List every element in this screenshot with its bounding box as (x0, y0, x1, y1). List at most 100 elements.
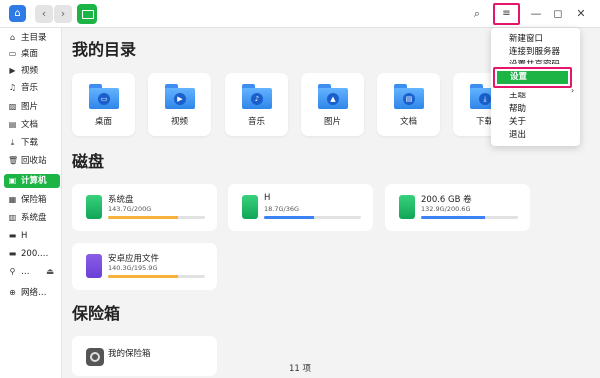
drive-icon: ▬ (8, 249, 17, 258)
disk-icon (399, 195, 415, 219)
desktop-icon: ▭ (8, 49, 17, 58)
computer-location-icon[interactable] (77, 4, 97, 24)
back-button[interactable]: ‹ (35, 5, 53, 23)
disk-size: 132.9G/200.6G (421, 205, 471, 213)
disk-name: H (264, 193, 271, 203)
computer-icon: ▣ (8, 176, 17, 185)
dir-music[interactable]: ♪ 音乐 (225, 73, 288, 136)
dir-label: 视频 (170, 117, 188, 127)
disk-size: 140.3G/195.9G (108, 264, 158, 272)
sidebar-item-label: 系统盘 (21, 213, 47, 223)
drive-icon: ▬ (8, 231, 17, 240)
sidebar-item-documents[interactable]: ▤ 文档 (4, 118, 60, 132)
sidebar-item-system-disk[interactable]: ▥ 系统盘 (4, 211, 60, 225)
sidebar-item-volume-200[interactable]: ▬ 200.… (4, 247, 60, 261)
dir-videos[interactable]: ▶ 视频 (148, 73, 211, 136)
section-title-vault: 保险箱 (72, 304, 121, 323)
sidebar-item-label: 网络… (21, 288, 47, 298)
dir-desktop[interactable]: ▭ 桌面 (72, 73, 135, 136)
sidebar-item-music[interactable]: ♫ 音乐 (4, 81, 60, 95)
trash-icon: 🗑 (8, 156, 19, 165)
dir-label: 桌面 (94, 117, 112, 127)
minimize-button[interactable]: — (528, 6, 544, 22)
close-button[interactable]: ✕ (573, 6, 589, 22)
disk-usage-bar (108, 216, 205, 219)
folder-icon: ▶ (165, 84, 195, 109)
folder-icon: ▭ (89, 84, 119, 109)
folder-icon: ▲ (318, 84, 348, 109)
folder-icon: ▤ (394, 84, 424, 109)
home-icon: ⌂ (9, 33, 16, 42)
sidebar-item-label: 音乐 (21, 83, 39, 93)
sidebar-item-desktop[interactable]: ▭ 桌面 (4, 47, 60, 61)
sidebar-item-vault[interactable]: ▦ 保险箱 (4, 193, 60, 207)
sidebar-item-label: 下载 (21, 138, 39, 148)
app-logo-icon: ⌂ (9, 5, 26, 22)
main-menu-dropdown: 新建窗口 连接到服务器 设置共享密码 设置 主题 › 帮助 关于 退出 (491, 28, 580, 146)
sidebar-item-label: … (21, 267, 30, 277)
sidebar-item-computer[interactable]: ▣ 计算机 (4, 174, 60, 188)
sidebar-item-trash[interactable]: 🗑 回收站 (4, 154, 60, 168)
sidebar-item-label: 桌面 (21, 49, 39, 59)
dir-documents[interactable]: ▤ 文档 (377, 73, 440, 136)
music-icon: ♫ (8, 83, 17, 92)
search-icon[interactable]: ⌕ (469, 6, 485, 22)
menu-item-new-window[interactable]: 新建窗口 (509, 32, 543, 44)
sidebar-item-videos[interactable]: ▶ 视频 (4, 64, 60, 78)
main-menu-button[interactable]: ≡ (493, 3, 520, 25)
disk-icon: ▥ (8, 213, 17, 222)
video-icon: ▶ (9, 66, 16, 75)
download-icon: ⤓ (10, 138, 15, 147)
menu-item-about[interactable]: 关于 (509, 115, 526, 127)
sidebar: ⌂ 主目录 ▭ 桌面 ▶ 视频 ♫ 音乐 ▨ 图片 ▤ 文档 ⤓ 下载 🗑 回收站 ▣ 计算机 ▦… (0, 28, 62, 378)
file-manager-window: ⌂ ‹ › ⌕ ≡ — ◻ ✕ ⌂ 主目录 ▭ 桌面 ▶ 视频 ♫ 音乐 ▨ 图片 ▤ 文档… (0, 0, 600, 378)
menu-item-exit[interactable]: 退出 (509, 128, 526, 140)
disk-name: 200.6 GB 卷 (421, 195, 472, 205)
network-icon: ⊕ (9, 288, 16, 297)
dir-label: 音乐 (247, 117, 265, 127)
sidebar-item-label: 保险箱 (21, 195, 47, 205)
disk-icon (86, 195, 102, 219)
forward-button[interactable]: › (54, 5, 72, 23)
disk-system[interactable]: 系统盘 143.7G/200G (72, 184, 217, 231)
picture-icon: ▨ (8, 102, 17, 111)
vault-icon: ▦ (8, 195, 17, 204)
disk-size: 18.7G/36G (264, 205, 300, 213)
sidebar-item-home[interactable]: ⌂ 主目录 (4, 31, 60, 45)
document-icon: ▤ (8, 120, 17, 129)
menu-item-settings[interactable]: 设置 (497, 71, 568, 84)
dir-pictures[interactable]: ▲ 图片 (301, 73, 364, 136)
item-count: 11 项 (288, 364, 312, 374)
disk-volume-200[interactable]: 200.6 GB 卷 132.9G/200.6G (385, 184, 530, 231)
eject-icon[interactable]: ⏏ (46, 265, 54, 279)
disk-android-apps[interactable]: 安卓应用文件 140.3G/195.9G (72, 243, 217, 290)
sidebar-item-pictures[interactable]: ▨ 图片 (4, 100, 60, 114)
disk-name: 系统盘 (108, 195, 134, 205)
disk-size: 143.7G/200G (108, 205, 152, 213)
dir-label: 文档 (399, 117, 417, 127)
disk-icon (242, 195, 258, 219)
usb-icon: ⚲ (9, 267, 16, 276)
disk-usage-bar (264, 216, 361, 219)
menu-item-settings-highlight: 设置 (493, 67, 572, 88)
section-title-disks: 磁盘 (72, 152, 105, 171)
disk-name: 安卓应用文件 (108, 254, 160, 264)
menu-item-help[interactable]: 帮助 (509, 102, 526, 114)
sidebar-item-label: 200.… (21, 249, 49, 259)
sidebar-item-disk-h[interactable]: ▬ H (4, 229, 60, 243)
disk-h[interactable]: H 18.7G/36G (228, 184, 373, 231)
menu-item-theme[interactable]: 主题 (509, 92, 526, 100)
sidebar-item-usb[interactable]: ⚲ … ⏏ (4, 265, 60, 279)
disk-usage-bar (421, 216, 518, 219)
maximize-button[interactable]: ◻ (550, 6, 566, 22)
sidebar-item-label: 图片 (21, 102, 39, 112)
menu-item-connect-server[interactable]: 连接到服务器 (509, 45, 560, 57)
title-bar: ⌂ ‹ › ⌕ ≡ — ◻ ✕ (0, 0, 600, 28)
sidebar-item-downloads[interactable]: ⤓ 下载 (4, 136, 60, 150)
folder-icon: ♪ (242, 84, 272, 109)
dir-label: 图片 (323, 117, 341, 127)
sidebar-item-label: 文档 (21, 120, 39, 130)
sidebar-item-label: 视频 (21, 66, 39, 76)
android-disk-icon (86, 254, 102, 278)
sidebar-item-network[interactable]: ⊕ 网络… (4, 286, 60, 300)
